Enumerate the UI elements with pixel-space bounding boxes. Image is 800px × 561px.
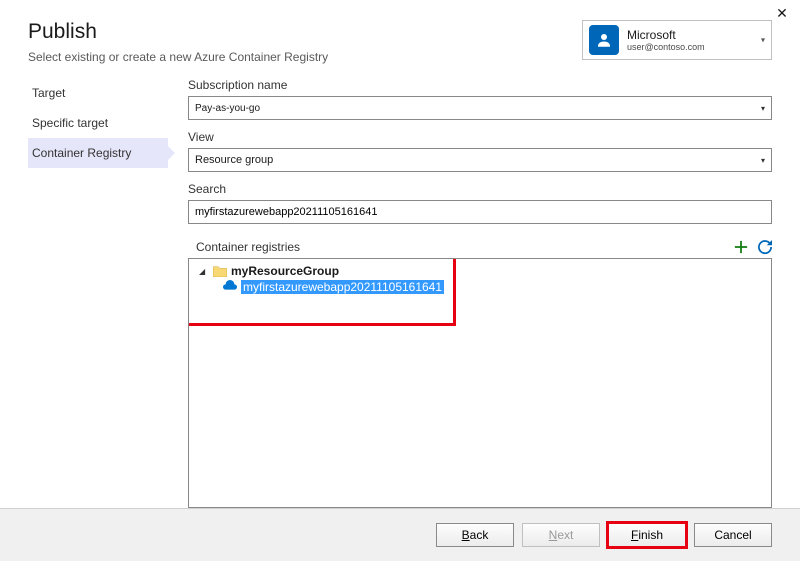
back-button[interactable]: Back (436, 523, 514, 547)
cancel-button[interactable]: Cancel (694, 523, 772, 547)
sidebar-item-container-registry[interactable]: Container Registry (28, 138, 168, 168)
registry-item-name: myfirstazurewebapp20211105161641 (241, 280, 444, 294)
expand-icon[interactable]: ◢ (199, 267, 209, 276)
account-email: user@contoso.com (627, 42, 705, 52)
dialog-footer: Back Next Finish Cancel (0, 508, 800, 561)
sidebar-item-specific-target[interactable]: Specific target (28, 108, 168, 138)
add-icon[interactable] (734, 240, 748, 254)
container-registry-icon (223, 280, 237, 294)
view-label: View (188, 130, 772, 144)
account-avatar-icon (589, 25, 619, 55)
search-input[interactable] (188, 200, 772, 224)
close-icon[interactable]: ✕ (772, 3, 792, 23)
tree-item-row[interactable]: myfirstazurewebapp20211105161641 (189, 279, 771, 295)
view-dropdown[interactable]: Resource group ▾ (188, 148, 772, 172)
registries-label: Container registries (196, 240, 300, 254)
chevron-down-icon: ▾ (761, 36, 765, 45)
view-value: Resource group (195, 154, 273, 166)
publish-dialog: ✕ Publish Select existing or create a ne… (0, 0, 800, 561)
account-selector[interactable]: Microsoft user@contoso.com ▾ (582, 20, 772, 60)
subscription-value: Pay-as-you-go (195, 103, 260, 114)
folder-icon (213, 265, 227, 277)
registries-tree[interactable]: ◢ myResourceGroup myfirstazurewebapp2021… (188, 258, 772, 508)
wizard-steps: Target Specific target Container Registr… (28, 78, 168, 508)
chevron-down-icon: ▾ (761, 156, 765, 165)
header-bar: Publish Select existing or create a new … (0, 0, 800, 64)
search-label: Search (188, 182, 772, 196)
page-subtitle: Select existing or create a new Azure Co… (28, 50, 328, 64)
chevron-down-icon: ▾ (761, 104, 765, 113)
subscription-label: Subscription name (188, 78, 772, 92)
resource-group-name: myResourceGroup (231, 264, 339, 278)
page-title: Publish (28, 20, 328, 44)
next-button: Next (522, 523, 600, 547)
finish-button[interactable]: Finish (608, 523, 686, 547)
subscription-dropdown[interactable]: Pay-as-you-go ▾ (188, 96, 772, 120)
form-panel: Subscription name Pay-as-you-go ▾ View R… (188, 78, 772, 508)
refresh-icon[interactable] (758, 240, 772, 254)
tree-group-row[interactable]: ◢ myResourceGroup (189, 263, 771, 279)
account-name: Microsoft (627, 28, 705, 42)
sidebar-item-target[interactable]: Target (28, 78, 168, 108)
